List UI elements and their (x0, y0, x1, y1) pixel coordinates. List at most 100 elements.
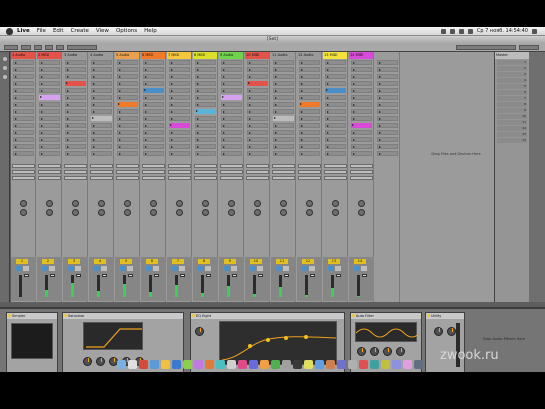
clip-slot[interactable] (13, 88, 34, 93)
clip-slot[interactable] (247, 102, 268, 107)
clip-play-icon[interactable] (353, 62, 355, 64)
clip-play-icon[interactable] (67, 76, 69, 78)
clip-play-icon[interactable] (119, 111, 121, 113)
send-knob[interactable] (332, 200, 339, 207)
clip-play-icon[interactable] (171, 97, 173, 99)
io-selector[interactable] (272, 176, 295, 180)
clip-slot[interactable] (273, 123, 294, 128)
clip-play-icon[interactable] (327, 139, 329, 141)
clip-slot[interactable] (117, 81, 138, 86)
clip-play-icon[interactable] (145, 76, 147, 78)
clip-slot[interactable] (195, 151, 216, 156)
dock-app-icon[interactable] (326, 360, 335, 369)
clip-slot[interactable] (169, 67, 190, 72)
io-selector[interactable] (64, 170, 87, 174)
clip-slot[interactable] (143, 144, 164, 149)
clip-play-icon[interactable] (145, 153, 147, 155)
clip-play-icon[interactable] (223, 118, 225, 120)
clip-slot[interactable] (143, 74, 164, 79)
solo-button[interactable] (224, 266, 230, 271)
tempo-field[interactable] (4, 44, 18, 50)
clip-slot[interactable] (299, 137, 320, 142)
clip-play-icon[interactable] (249, 69, 251, 71)
clip-slot[interactable] (195, 67, 216, 72)
send-knob[interactable] (46, 209, 53, 216)
send-knob[interactable] (280, 209, 287, 216)
clip-slot[interactable] (325, 67, 346, 72)
clip-slot[interactable] (39, 67, 60, 72)
clip-slot[interactable] (299, 67, 320, 72)
clip-play-icon[interactable] (15, 118, 17, 120)
clip-slot[interactable] (273, 130, 294, 135)
arm-button[interactable] (335, 266, 341, 271)
menu-help[interactable]: Help (144, 28, 157, 34)
io-selector[interactable] (116, 164, 139, 168)
clip-play-icon[interactable] (196, 110, 198, 112)
io-selector[interactable] (116, 170, 139, 174)
clip-play-icon[interactable] (93, 97, 95, 99)
clip-slot[interactable] (39, 116, 60, 121)
clip-slot[interactable] (39, 81, 60, 86)
clip-play-icon[interactable] (93, 146, 95, 148)
clip-play-icon[interactable] (327, 132, 329, 134)
scene-launch-button[interactable]: 6 (497, 90, 527, 95)
clip-slot[interactable] (299, 130, 320, 135)
clip-slot[interactable] (195, 88, 216, 93)
clip-slot[interactable] (117, 116, 138, 121)
master-title[interactable]: Master (495, 52, 529, 59)
dock-app-icon[interactable] (205, 360, 214, 369)
volume-fader[interactable] (76, 274, 81, 277)
clip-slot[interactable] (13, 74, 34, 79)
clip-slot[interactable] (91, 88, 112, 93)
send-knob[interactable] (306, 200, 313, 207)
device-title[interactable]: EQ Eight (191, 313, 344, 319)
clip-slot[interactable] (143, 81, 164, 86)
clip-play-icon[interactable] (41, 146, 43, 148)
io-selector[interactable] (194, 170, 217, 174)
dock-app-icon[interactable] (271, 360, 280, 369)
volume-fader[interactable] (180, 274, 185, 277)
clip-play-icon[interactable] (275, 104, 277, 106)
clip-play-icon[interactable] (197, 83, 199, 85)
clip-play-icon[interactable] (171, 153, 173, 155)
clip-play-icon[interactable] (67, 146, 69, 148)
send-knob[interactable] (228, 200, 235, 207)
clip-slot[interactable] (39, 74, 60, 79)
clip-slot[interactable] (195, 144, 216, 149)
clip-play-icon[interactable] (197, 118, 199, 120)
clip-slot[interactable] (351, 116, 372, 121)
clip-slot[interactable] (195, 109, 216, 114)
clip-play-icon[interactable] (41, 76, 43, 78)
clip-slot[interactable] (13, 102, 34, 107)
clip-slot[interactable] (299, 95, 320, 100)
clip-slot[interactable] (247, 88, 268, 93)
io-selector[interactable] (38, 176, 61, 180)
clip-slot[interactable] (377, 88, 398, 93)
clip-play-icon[interactable] (249, 104, 251, 106)
clip-slot[interactable] (169, 88, 190, 93)
io-selector[interactable] (324, 164, 347, 168)
io-selector[interactable] (142, 170, 165, 174)
track-title[interactable]: 7 MIDI (167, 52, 191, 59)
clip-play-icon[interactable] (353, 104, 355, 106)
device-knob[interactable] (434, 327, 443, 336)
clip-slot[interactable] (169, 74, 190, 79)
clip-play-icon[interactable] (15, 111, 17, 113)
clip-play-icon[interactable] (41, 125, 43, 127)
clip-slot[interactable] (117, 123, 138, 128)
clip-slot[interactable] (195, 60, 216, 65)
clip-play-icon[interactable] (15, 90, 17, 92)
track-activator-button[interactable]: 1 (16, 259, 28, 264)
clip-play-icon[interactable] (93, 132, 95, 134)
clip-play-icon[interactable] (171, 118, 173, 120)
io-selector[interactable] (246, 176, 269, 180)
clip-slot[interactable] (247, 74, 268, 79)
track-title[interactable]: 10 MIDI (245, 52, 269, 59)
clip-slot[interactable] (299, 123, 320, 128)
dock-app-icon[interactable] (381, 360, 390, 369)
clip-slot[interactable] (247, 123, 268, 128)
clip-slot[interactable] (117, 109, 138, 114)
dock-app-icon[interactable] (161, 360, 170, 369)
send-knob[interactable] (98, 209, 105, 216)
io-selector[interactable] (142, 176, 165, 180)
